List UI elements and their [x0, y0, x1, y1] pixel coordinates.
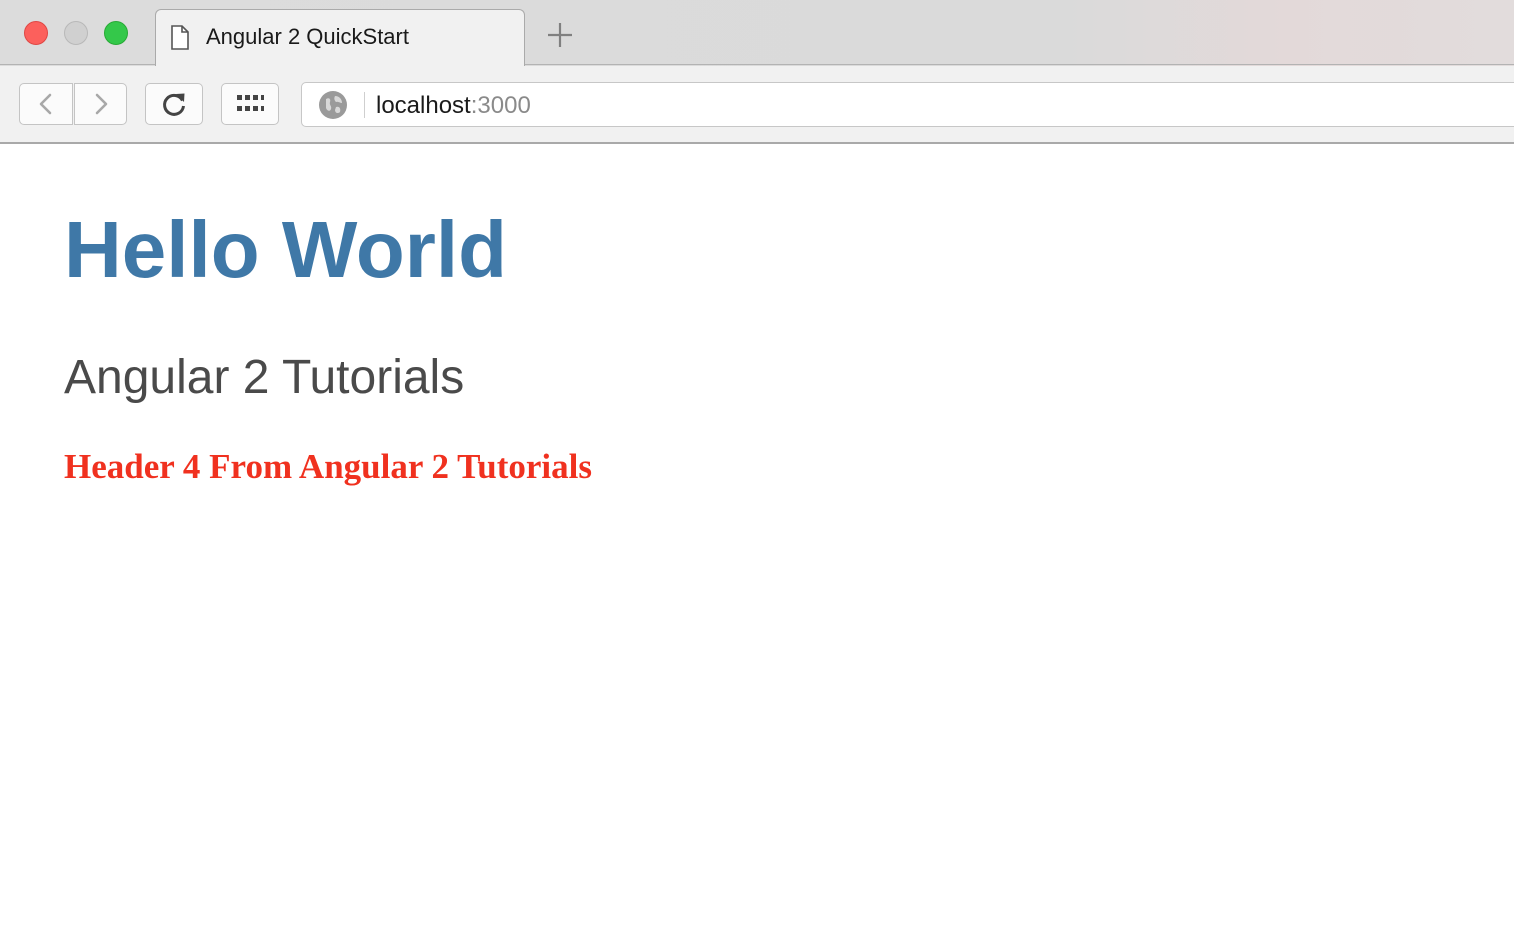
url-host: localhost	[376, 92, 471, 119]
globe-icon	[319, 91, 347, 119]
reload-icon	[163, 93, 185, 116]
active-tab[interactable]: Angular 2 QuickStart	[155, 9, 525, 66]
page-header-4: Header 4 From Angular 2 Tutorials	[64, 447, 592, 486]
chevron-right-icon	[95, 93, 107, 115]
forward-button[interactable]	[74, 83, 127, 125]
address-bar[interactable]: localhost:3000	[301, 82, 1514, 127]
minimize-window-button[interactable]	[64, 21, 88, 45]
document-icon	[171, 25, 189, 50]
url-text[interactable]: localhost:3000	[376, 92, 531, 120]
new-tab-button[interactable]	[545, 20, 575, 50]
chevron-left-icon	[39, 93, 52, 115]
url-port: :3000	[470, 92, 531, 119]
maximize-window-button[interactable]	[104, 21, 128, 45]
page-subheading: Angular 2 Tutorials	[64, 351, 465, 404]
apps-button[interactable]	[221, 83, 279, 125]
page-content: Hello World Angular 2 Tutorials Header 4…	[64, 144, 1514, 944]
tab-title: Angular 2 QuickStart	[206, 24, 409, 49]
back-button[interactable]	[19, 83, 73, 125]
apps-grid-icon	[237, 95, 264, 111]
page-heading-hello-world: Hello World	[64, 205, 507, 294]
browser-toolbar: localhost:3000	[0, 66, 1514, 142]
address-bar-divider	[364, 92, 365, 118]
tab-strip: Angular 2 QuickStart	[0, 0, 1514, 66]
close-window-button[interactable]	[24, 21, 48, 45]
reload-button[interactable]	[145, 83, 203, 125]
